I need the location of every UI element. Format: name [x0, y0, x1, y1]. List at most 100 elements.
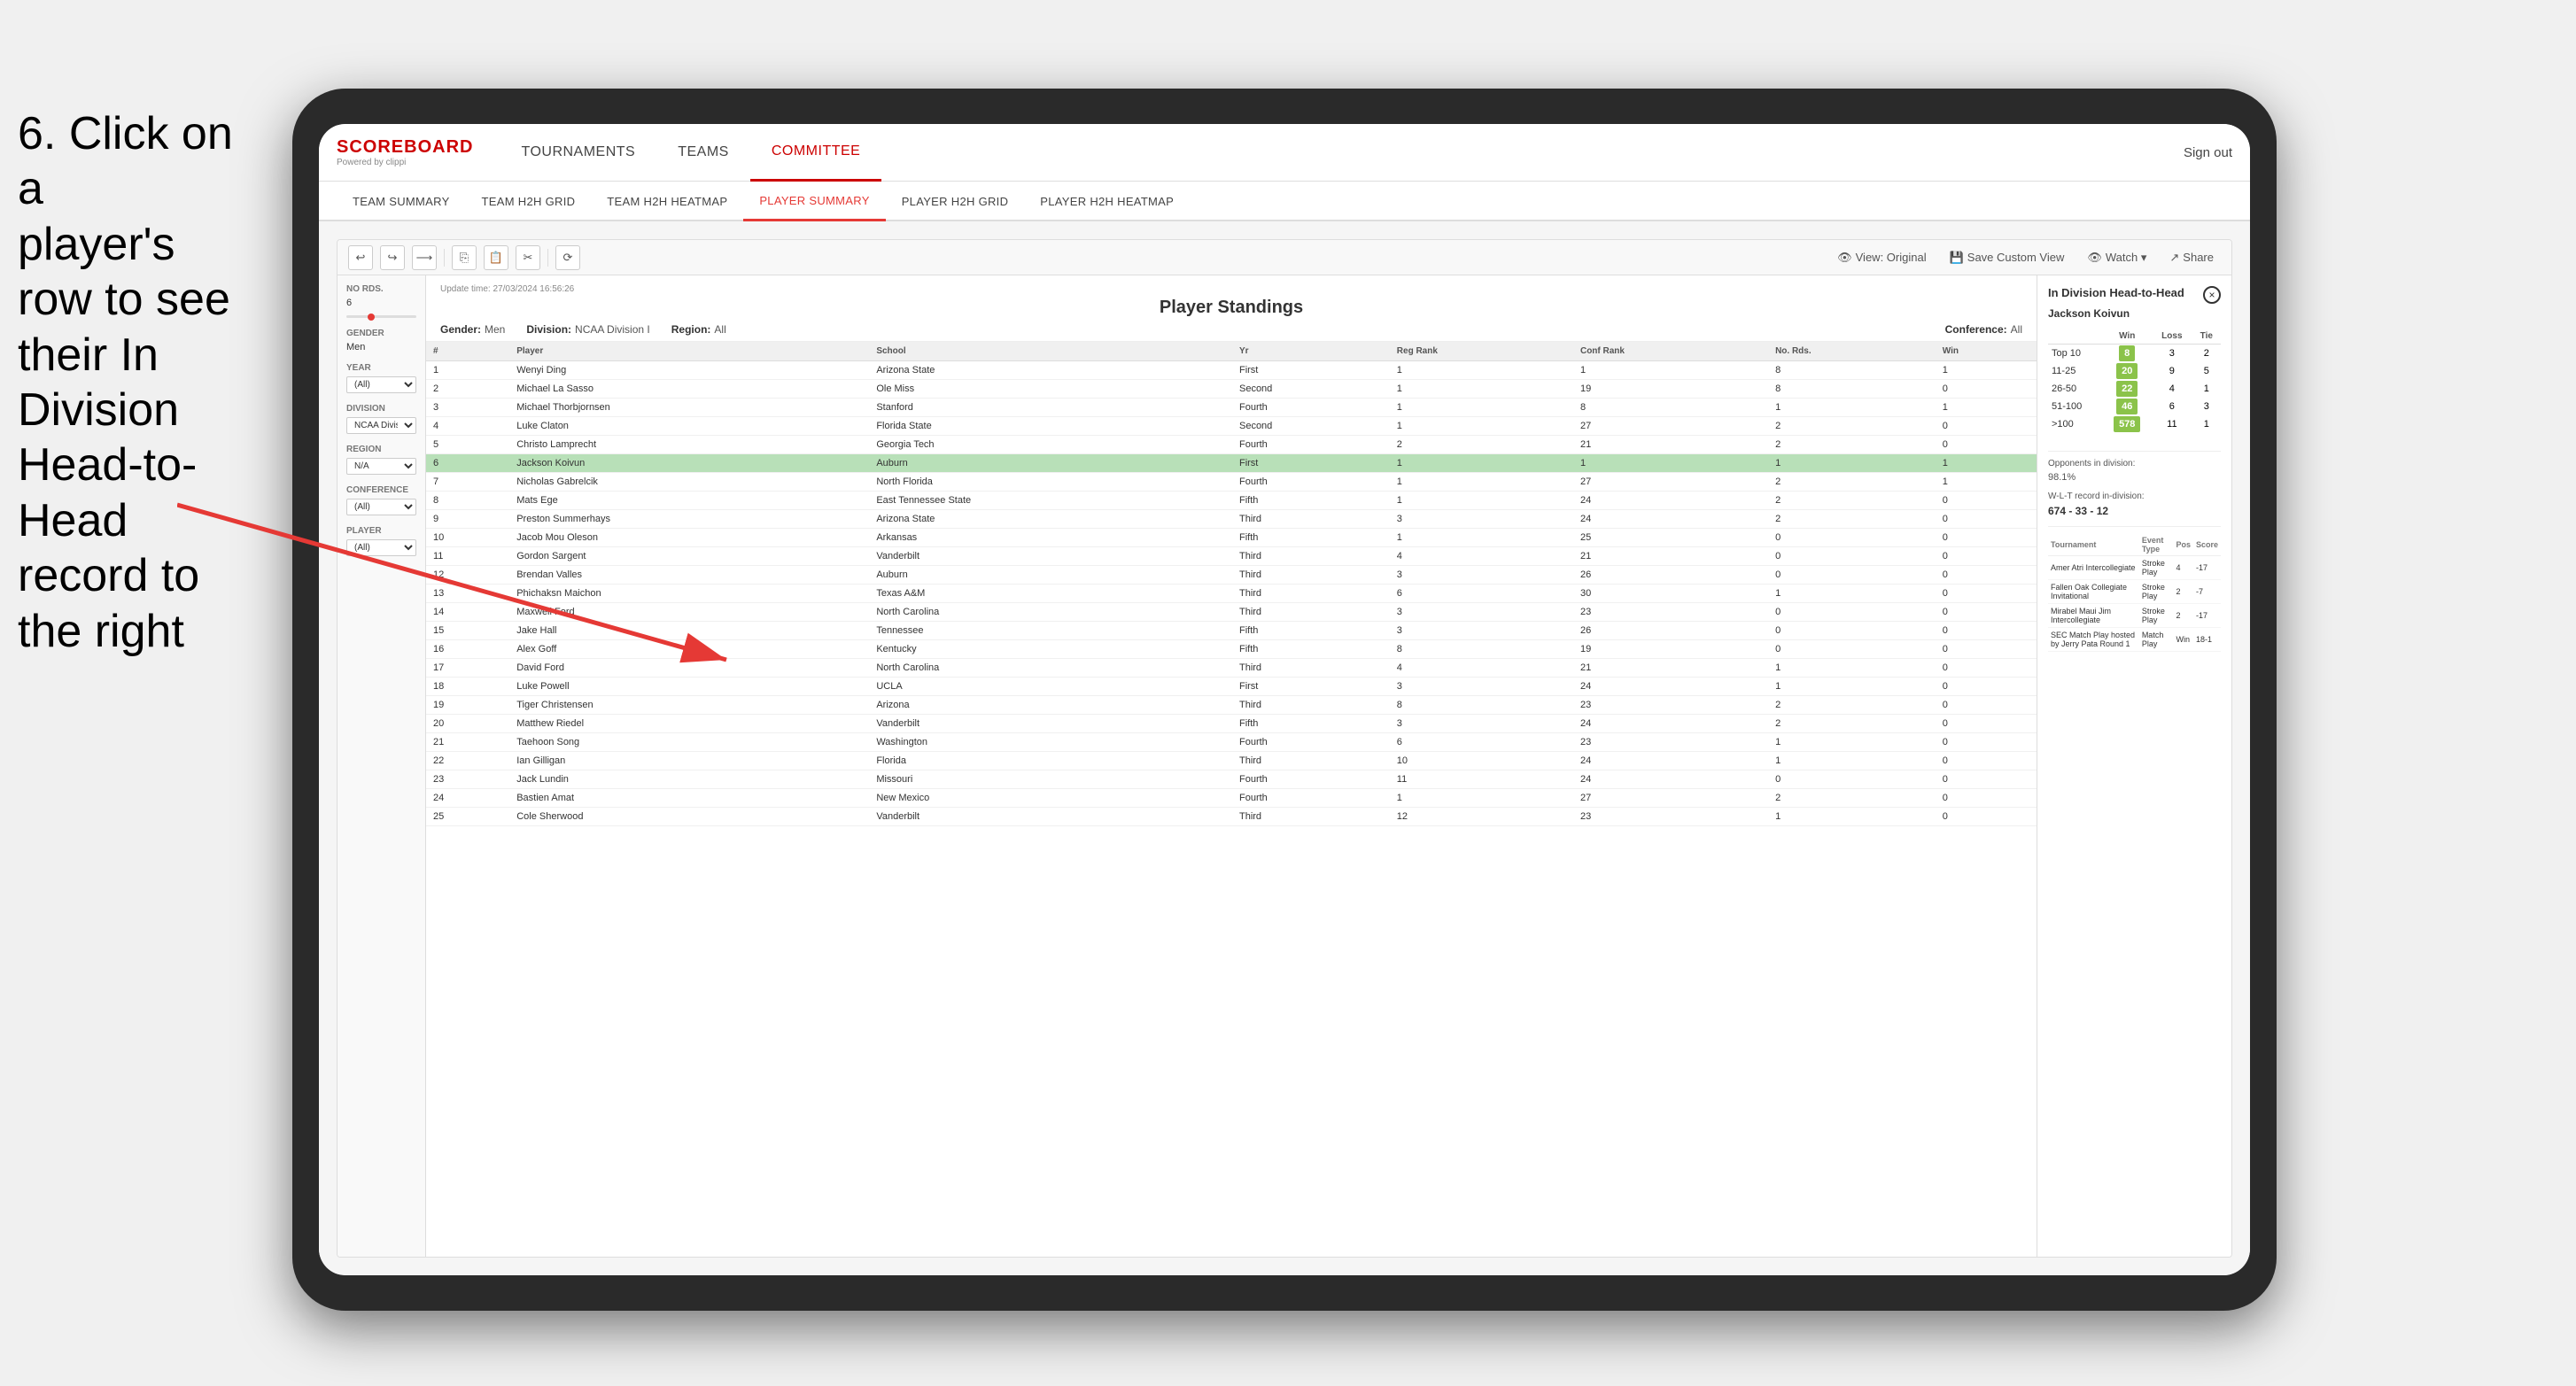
watch-btn[interactable]: 👁 Watch ▾ — [2080, 248, 2153, 267]
cell-win: 1 — [1936, 399, 2037, 417]
player-select[interactable]: (All) — [346, 539, 416, 556]
tour-score: -17 — [2193, 556, 2221, 580]
table-row[interactable]: 6 Jackson Koivun Auburn First 1 1 1 1 — [426, 454, 2037, 473]
col-header-conf-rank: Conf Rank — [1573, 342, 1768, 361]
table-row[interactable]: 16 Alex Goff Kentucky Fifth 8 19 0 0 — [426, 640, 2037, 659]
cell-yr: Fourth — [1232, 770, 1390, 789]
cell-player: Michael Thorbjornsen — [509, 399, 869, 417]
table-row[interactable]: 19 Tiger Christensen Arizona Third 8 23 … — [426, 696, 2037, 715]
tab-team-h2h-grid[interactable]: TEAM H2H GRID — [466, 182, 592, 221]
filter-region: Region N/A — [346, 445, 416, 475]
table-row[interactable]: 23 Jack Lundin Missouri Fourth 11 24 0 0 — [426, 770, 2037, 789]
cell-school: UCLA — [869, 678, 1232, 696]
tab-player-summary[interactable]: PLAYER SUMMARY — [743, 182, 885, 221]
cell-player: Christo Lamprecht — [509, 436, 869, 454]
h2h-close-button[interactable]: × — [2203, 286, 2221, 304]
region-select[interactable]: N/A — [346, 458, 416, 475]
cell-player: Mats Ege — [509, 492, 869, 510]
cell-num: 22 — [426, 752, 509, 770]
cell-reg-rank: 3 — [1390, 678, 1573, 696]
cell-win: 0 — [1936, 678, 2037, 696]
table-row[interactable]: 20 Matthew Riedel Vanderbilt Fifth 3 24 … — [426, 715, 2037, 733]
tab-team-h2h-heatmap[interactable]: TEAM H2H HEATMAP — [591, 182, 743, 221]
view-original-btn[interactable]: 👁 View: Original — [1830, 248, 1933, 267]
h2h-row: 51-100 46 6 3 — [2048, 398, 2221, 415]
table-row[interactable]: 2 Michael La Sasso Ole Miss Second 1 19 … — [426, 380, 2037, 399]
table-row[interactable]: 14 Maxwell Ford North Carolina Third 3 2… — [426, 603, 2037, 622]
cell-player: Jack Lundin — [509, 770, 869, 789]
cell-school: Stanford — [869, 399, 1232, 417]
filter-player: Player (All) — [346, 526, 416, 556]
cell-num: 10 — [426, 529, 509, 547]
cell-win: 1 — [1936, 473, 2037, 492]
paste-button[interactable]: 📋 — [484, 245, 508, 270]
division-select[interactable]: NCAA Division I — [346, 417, 416, 434]
table-row[interactable]: 17 David Ford North Carolina Third 4 21 … — [426, 659, 2037, 678]
toolbar: ↩ ↪ ⟶ ⎘ 📋 ✂ ⟳ 👁 View: Original — [338, 240, 2231, 275]
h2h-col-loss: Loss — [2152, 329, 2192, 345]
tab-player-h2h-grid[interactable]: PLAYER H2H GRID — [886, 182, 1025, 221]
redo-button[interactable]: ↪ — [380, 245, 405, 270]
cell-yr: First — [1232, 361, 1390, 380]
table-row[interactable]: 21 Taehoon Song Washington Fourth 6 23 1… — [426, 733, 2037, 752]
table-row[interactable]: 7 Nicholas Gabrelcik North Florida Fourt… — [426, 473, 2037, 492]
share-btn[interactable]: ↗ Share — [2162, 248, 2221, 267]
no-rds-slider[interactable] — [346, 315, 416, 318]
table-row[interactable]: 11 Gordon Sargent Vanderbilt Third 4 21 … — [426, 547, 2037, 566]
cell-reg-rank: 1 — [1390, 492, 1573, 510]
cell-player: Brendan Valles — [509, 566, 869, 585]
table-row[interactable]: 22 Ian Gilligan Florida Third 10 24 1 0 — [426, 752, 2037, 770]
cell-player: Ian Gilligan — [509, 752, 869, 770]
cell-no-rds: 2 — [1768, 473, 1936, 492]
undo-button[interactable]: ↩ — [348, 245, 373, 270]
copy-button[interactable]: ⎘ — [452, 245, 477, 270]
table-row[interactable]: 4 Luke Claton Florida State Second 1 27 … — [426, 417, 2037, 436]
forward-button[interactable]: ⟶ — [412, 245, 437, 270]
table-row[interactable]: 8 Mats Ege East Tennessee State Fifth 1 … — [426, 492, 2037, 510]
nav-item-committee[interactable]: COMMITTEE — [750, 124, 882, 182]
cell-reg-rank: 4 — [1390, 547, 1573, 566]
cell-conf-rank: 24 — [1573, 770, 1768, 789]
cell-win: 0 — [1936, 770, 2037, 789]
table-row[interactable]: 15 Jake Hall Tennessee Fifth 3 26 0 0 — [426, 622, 2037, 640]
cut-button[interactable]: ✂ — [516, 245, 540, 270]
table-row[interactable]: 18 Luke Powell UCLA First 3 24 1 0 — [426, 678, 2037, 696]
region-filter-display: Region: All — [671, 323, 726, 336]
tab-team-summary[interactable]: TEAM SUMMARY — [337, 182, 466, 221]
table-row[interactable]: 10 Jacob Mou Oleson Arkansas Fifth 1 25 … — [426, 529, 2037, 547]
table-row[interactable]: 9 Preston Summerhays Arizona State Third… — [426, 510, 2037, 529]
cell-conf-rank: 23 — [1573, 808, 1768, 826]
slider-thumb — [368, 314, 375, 321]
table-row[interactable]: 25 Cole Sherwood Vanderbilt Third 12 23 … — [426, 808, 2037, 826]
sign-out[interactable]: Sign out — [2184, 145, 2232, 160]
cell-num: 21 — [426, 733, 509, 752]
conference-select[interactable]: (All) — [346, 499, 416, 515]
table-row[interactable]: 5 Christo Lamprecht Georgia Tech Fourth … — [426, 436, 2037, 454]
cell-school: Missouri — [869, 770, 1232, 789]
cell-yr: Fourth — [1232, 436, 1390, 454]
year-select[interactable]: (All) — [346, 376, 416, 393]
table-row[interactable]: 13 Phichaksn Maichon Texas A&M Third 6 3… — [426, 585, 2037, 603]
save-custom-btn[interactable]: 💾 Save Custom View — [1943, 248, 2072, 267]
cell-num: 12 — [426, 566, 509, 585]
cell-school: North Carolina — [869, 603, 1232, 622]
cell-conf-rank: 27 — [1573, 417, 1768, 436]
table-row[interactable]: 1 Wenyi Ding Arizona State First 1 1 8 1 — [426, 361, 2037, 380]
nav-item-teams[interactable]: TEAMS — [656, 124, 750, 182]
cell-no-rds: 1 — [1768, 808, 1936, 826]
table-row[interactable]: 12 Brendan Valles Auburn Third 3 26 0 0 — [426, 566, 2037, 585]
cell-win: 0 — [1936, 547, 2037, 566]
view-original-icon: 👁 — [1837, 251, 1852, 265]
tournament-row: Amer Atri Intercollegiate Stroke Play 4 … — [2048, 556, 2221, 580]
tab-player-h2h-heatmap[interactable]: PLAYER H2H HEATMAP — [1024, 182, 1190, 221]
table-row[interactable]: 3 Michael Thorbjornsen Stanford Fourth 1… — [426, 399, 2037, 417]
cell-player: Phichaksn Maichon — [509, 585, 869, 603]
refresh-button[interactable]: ⟳ — [555, 245, 580, 270]
table-row[interactable]: 24 Bastien Amat New Mexico Fourth 1 27 2… — [426, 789, 2037, 808]
cell-num: 8 — [426, 492, 509, 510]
cell-reg-rank: 3 — [1390, 622, 1573, 640]
cell-reg-rank: 1 — [1390, 380, 1573, 399]
nav-item-tournaments[interactable]: TOURNAMENTS — [500, 124, 656, 182]
cell-reg-rank: 8 — [1390, 640, 1573, 659]
cell-no-rds: 2 — [1768, 510, 1936, 529]
